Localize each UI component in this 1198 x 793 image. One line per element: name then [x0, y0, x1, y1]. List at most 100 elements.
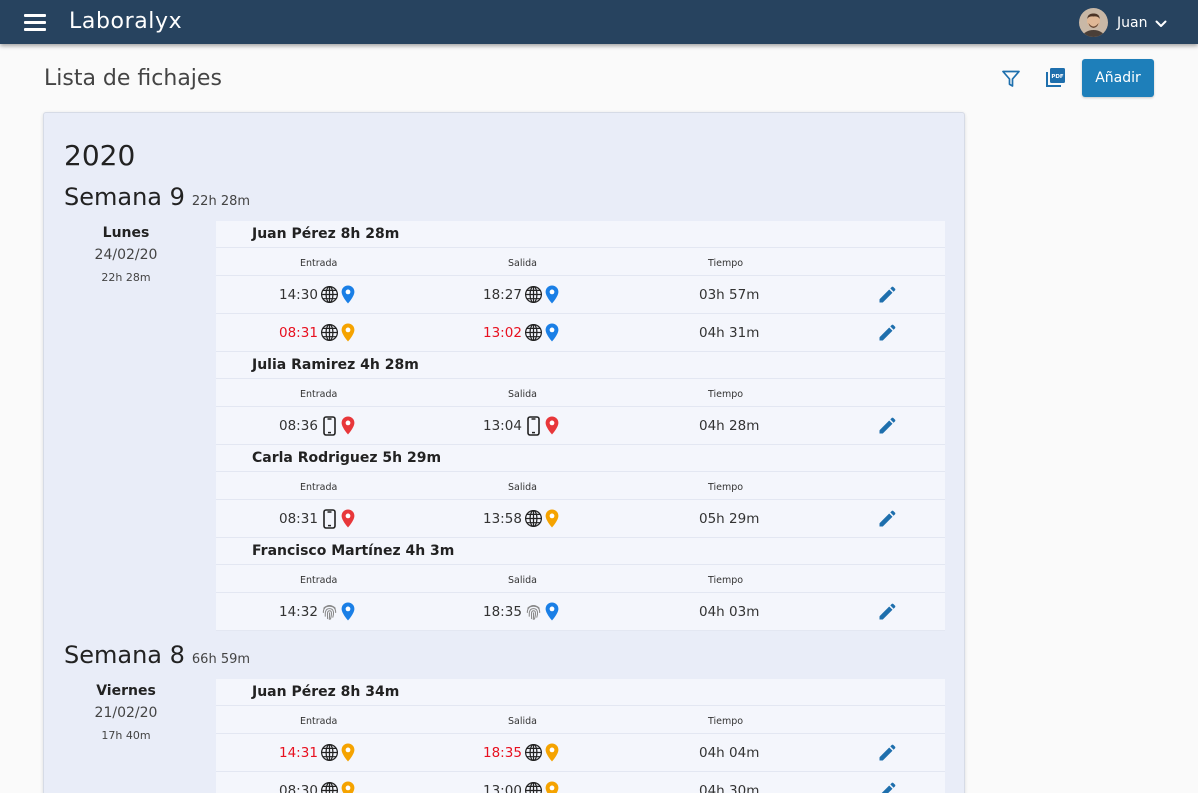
clocking-row: 14:32 18:35 04h 03m: [216, 593, 945, 631]
globe-icon: [524, 743, 543, 762]
salida-time: 13:58: [483, 510, 522, 527]
entrada-cell: 14:31: [279, 734, 355, 771]
salida-cell: 18:27: [483, 276, 559, 313]
column-header-salida: Salida: [508, 482, 537, 493]
clocking-row: 08:31 13:58 05h 29m: [216, 500, 945, 538]
location-pin-icon[interactable]: [545, 285, 559, 304]
hamburger-menu-icon[interactable]: [24, 13, 46, 31]
edit-icon[interactable]: [877, 509, 897, 533]
duration: 04h 31m: [699, 324, 760, 341]
location-pin-icon[interactable]: [341, 743, 355, 762]
app-brand: Laboralyx: [69, 9, 183, 34]
edit-icon[interactable]: [877, 743, 897, 767]
salida-time: 13:00: [483, 782, 522, 793]
column-header-salida: Salida: [508, 258, 537, 269]
location-pin-icon[interactable]: [341, 781, 355, 793]
clockings-card: 2020 Semana 9 22h 28m Lunes 24/02/20 22h…: [43, 112, 965, 793]
globe-icon: [320, 743, 339, 762]
globe-icon: [320, 323, 339, 342]
add-button[interactable]: Añadir: [1082, 59, 1154, 97]
fingerprint-icon: [524, 602, 543, 621]
column-header-salida: Salida: [508, 716, 537, 727]
page-title: Lista de fichajes: [44, 66, 222, 91]
location-pin-icon[interactable]: [545, 602, 559, 621]
salida-time: 13:04: [483, 417, 522, 434]
week-label: Semana 8: [64, 641, 185, 669]
pdf-export-icon[interactable]: PDF: [1045, 67, 1066, 92]
entrada-time: 08:31: [279, 510, 318, 527]
column-header-tiempo: Tiempo: [708, 482, 744, 493]
entrada-time: 08:31: [279, 324, 318, 341]
entrada-time: 08:36: [279, 417, 318, 434]
clocking-row: 14:31 18:35 04h 04m: [216, 734, 945, 772]
year-heading: 2020: [64, 139, 136, 172]
clocking-row: 14:30 18:27 03h 57m: [216, 276, 945, 314]
location-pin-icon[interactable]: [341, 602, 355, 621]
entrada-cell: 08:36: [279, 407, 355, 444]
employee-name: Juan Pérez 8h 28m: [216, 221, 945, 248]
location-pin-icon[interactable]: [341, 416, 355, 435]
day-summary: Lunes 24/02/20 22h 28m: [64, 225, 188, 284]
day-summary: Viernes 21/02/20 17h 40m: [64, 683, 188, 742]
location-pin-icon[interactable]: [545, 743, 559, 762]
entrada-cell: 08:31: [279, 500, 355, 537]
entrada-cell: 14:32: [279, 593, 355, 630]
edit-icon[interactable]: [877, 285, 897, 309]
employee-name: Carla Rodriguez 5h 29m: [216, 445, 945, 472]
day-date: 24/02/20: [94, 247, 158, 263]
column-header-salida: Salida: [508, 575, 537, 586]
location-pin-icon[interactable]: [545, 509, 559, 528]
day-name: Viernes: [96, 683, 156, 699]
phone-icon: [320, 415, 339, 436]
entrada-cell: 08:31: [279, 314, 355, 351]
entrada-cell: 14:30: [279, 276, 355, 313]
user-menu[interactable]: Juan: [1079, 8, 1167, 37]
duration: 04h 28m: [699, 417, 760, 434]
location-pin-icon[interactable]: [545, 781, 559, 793]
phone-icon: [524, 415, 543, 436]
location-pin-icon[interactable]: [545, 323, 559, 342]
location-pin-icon[interactable]: [545, 416, 559, 435]
salida-time: 18:27: [483, 286, 522, 303]
column-header-tiempo: Tiempo: [708, 575, 744, 586]
salida-cell: 13:04: [483, 407, 559, 444]
phone-icon: [320, 508, 339, 529]
column-header-tiempo: Tiempo: [708, 389, 744, 400]
globe-icon: [320, 781, 339, 793]
salida-cell: 13:00: [483, 772, 559, 793]
column-headers: Entrada Salida Tiempo: [216, 472, 945, 500]
column-header-entrada: Entrada: [300, 482, 338, 493]
duration: 03h 57m: [699, 286, 760, 303]
salida-cell: 18:35: [483, 734, 559, 771]
globe-icon: [524, 509, 543, 528]
column-header-entrada: Entrada: [300, 716, 338, 727]
column-header-entrada: Entrada: [300, 575, 338, 586]
edit-icon[interactable]: [877, 323, 897, 347]
week-label: Semana 9: [64, 183, 185, 211]
clocking-row: 08:36 13:04 04h 28m: [216, 407, 945, 445]
salida-cell: 18:35: [483, 593, 559, 630]
entrada-cell: 08:30: [279, 772, 355, 793]
location-pin-icon[interactable]: [341, 285, 355, 304]
week-total: 66h 59m: [191, 652, 251, 667]
edit-icon[interactable]: [877, 416, 897, 440]
globe-icon: [320, 285, 339, 304]
day-clockings-list: Juan Pérez 8h 28m Entrada Salida Tiempo 14:3…: [216, 221, 945, 631]
clocking-row: 08:31 13:02 04h 31m: [216, 314, 945, 352]
salida-time: 18:35: [483, 603, 522, 620]
column-header-entrada: Entrada: [300, 389, 338, 400]
day-total: 22h 28m: [101, 271, 151, 284]
day-clockings-list: Juan Pérez 8h 34m Entrada Salida Tiempo 14:3…: [216, 679, 945, 793]
location-pin-icon[interactable]: [341, 323, 355, 342]
globe-icon: [524, 323, 543, 342]
edit-icon[interactable]: [877, 781, 897, 793]
week-heading: Semana 9 22h 28m: [64, 183, 250, 211]
day-total: 17h 40m: [101, 729, 151, 742]
chevron-down-icon: [1155, 20, 1167, 27]
filter-icon[interactable]: [1001, 69, 1021, 93]
column-headers: Entrada Salida Tiempo: [216, 248, 945, 276]
salida-cell: 13:58: [483, 500, 559, 537]
edit-icon[interactable]: [877, 602, 897, 626]
location-pin-icon[interactable]: [341, 509, 355, 528]
column-headers: Entrada Salida Tiempo: [216, 706, 945, 734]
